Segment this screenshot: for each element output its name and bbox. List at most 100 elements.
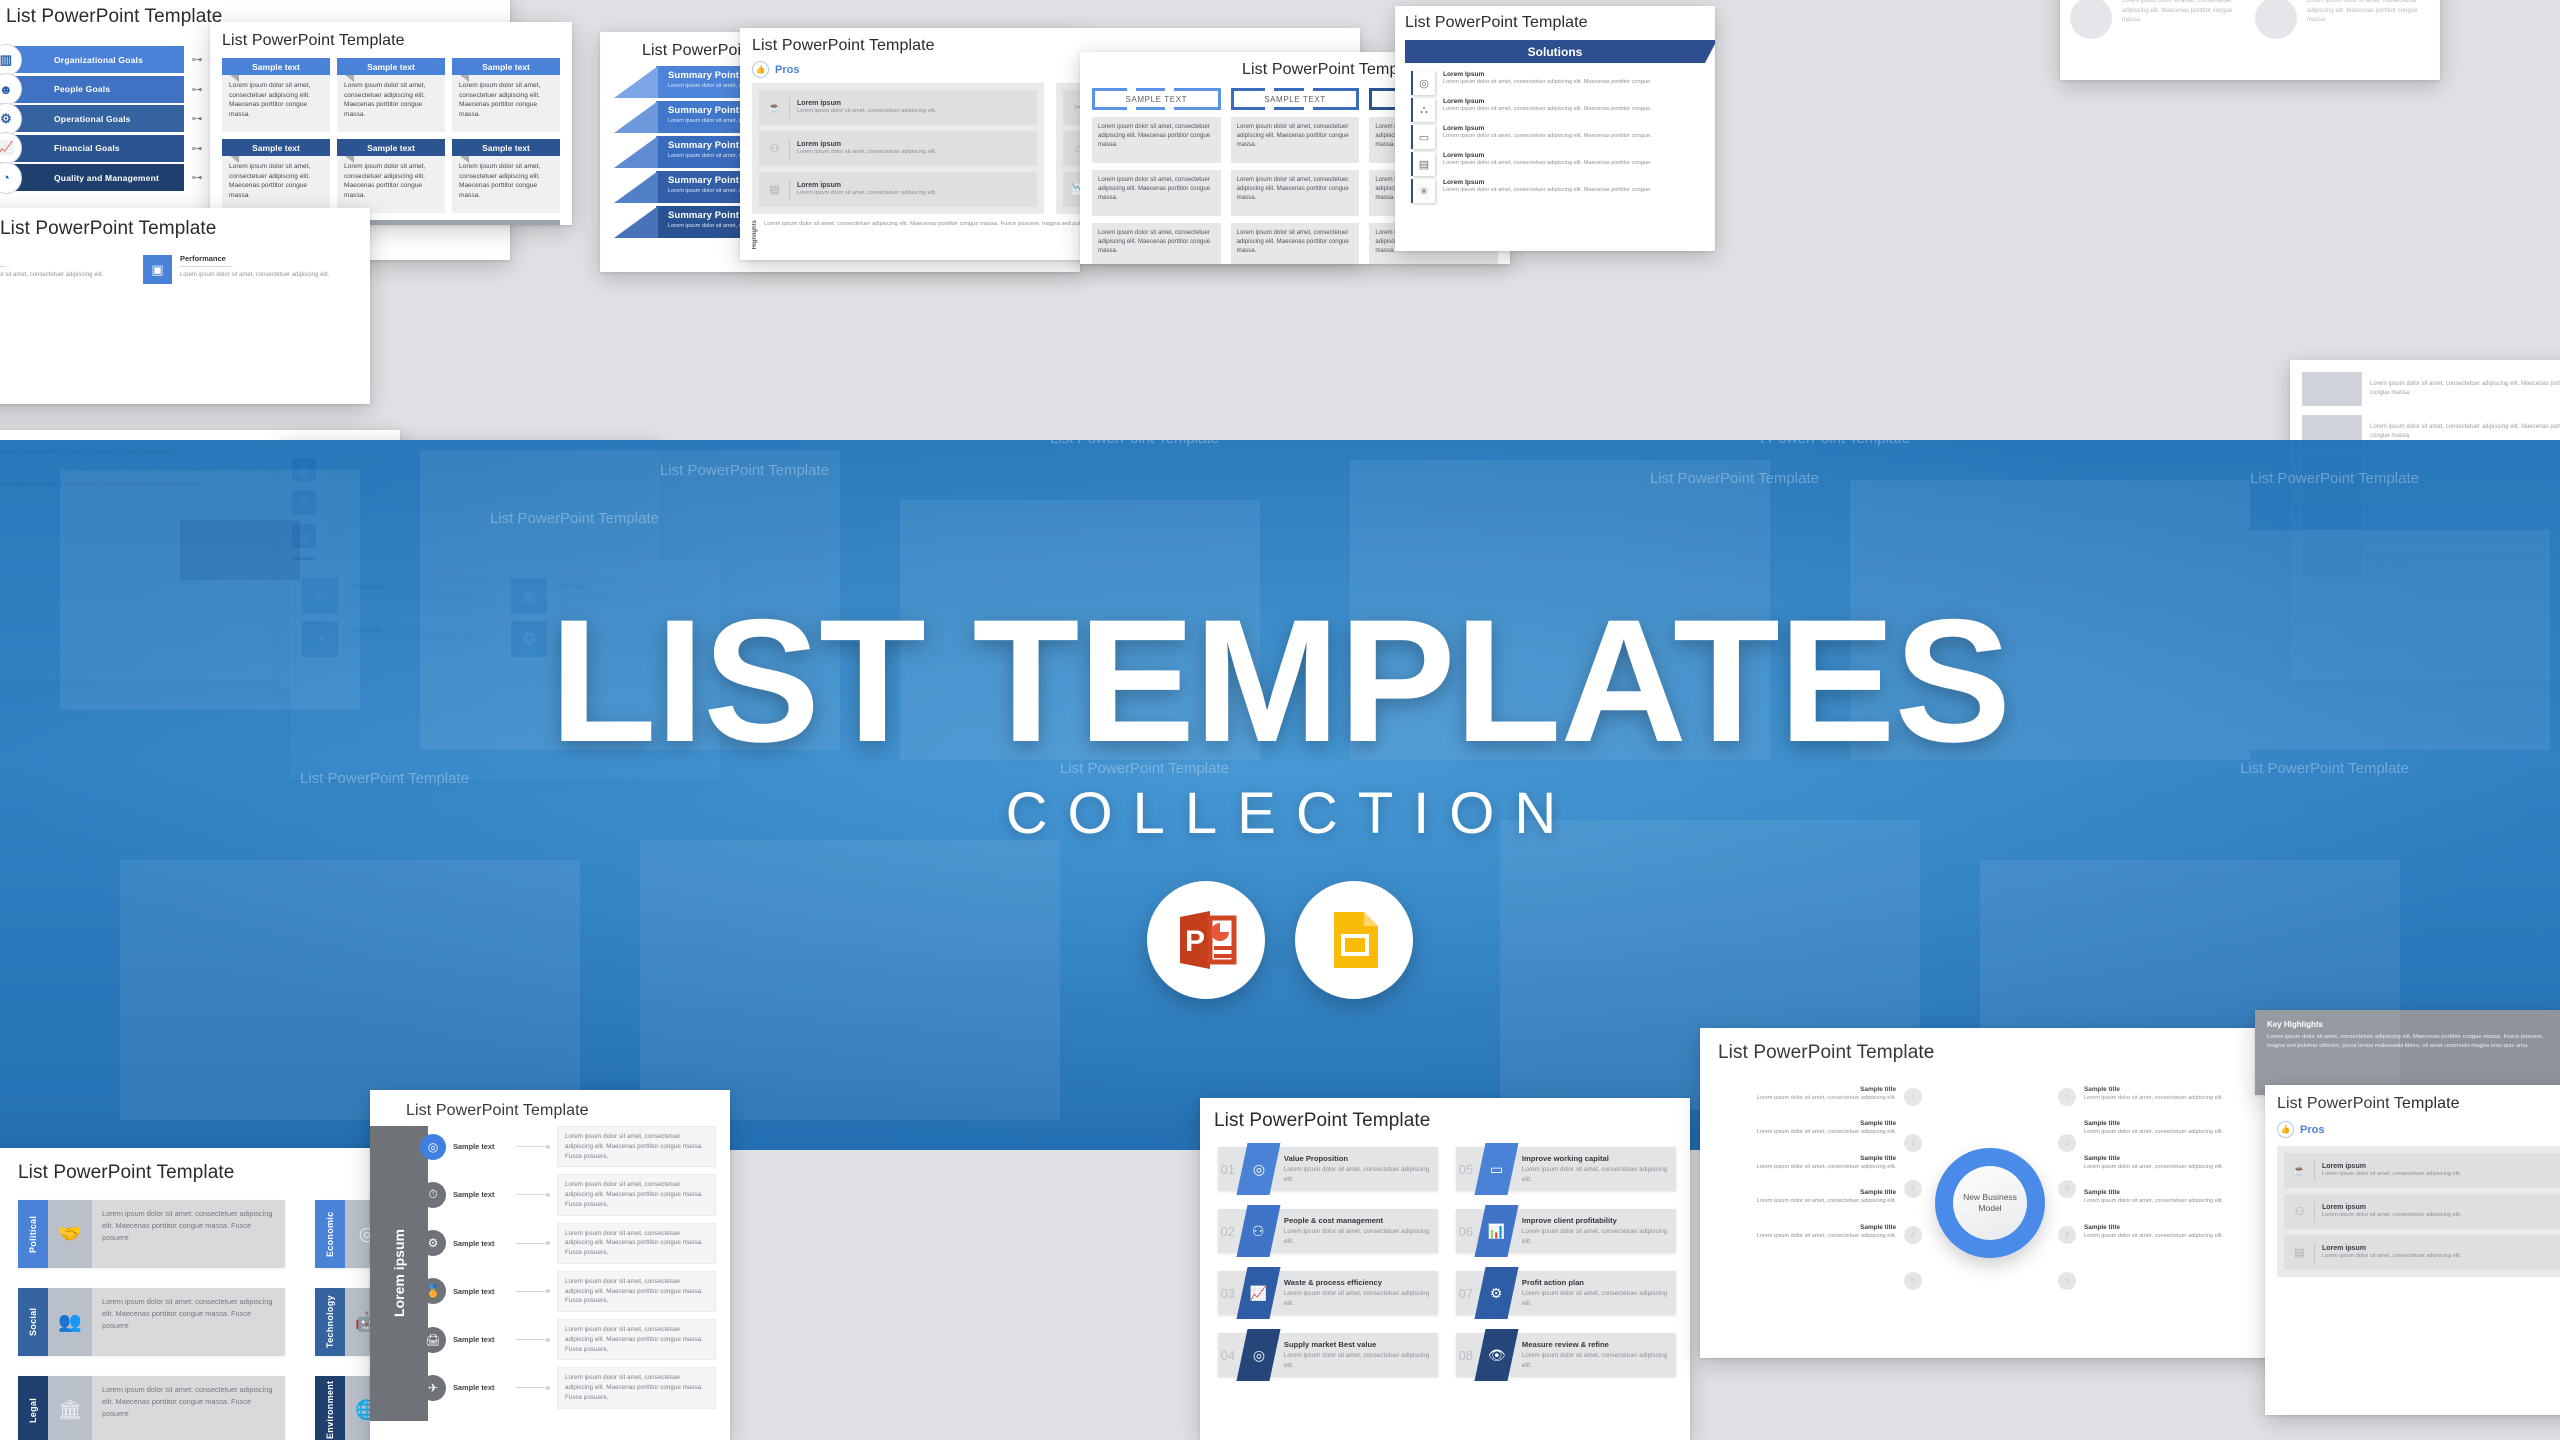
collage-stage: List PowerPoint Template ▥ Organizationa… [0, 0, 2560, 1440]
google-slides-logo[interactable] [1295, 881, 1413, 999]
list-item[interactable]: ✳ Lorem Ipsum Lorem ipsum dolor sit amet… [1411, 179, 1705, 203]
list-item[interactable]: Political 🤝 Lorem ipsum dolor sit amet, … [18, 1200, 285, 1268]
hub-center[interactable]: New Business Model [1935, 1148, 2045, 1258]
row-body: Lorem ipsum dolor sit amet, consectetuer… [557, 1319, 716, 1361]
list-item[interactable]: KPI Lorem ipsum dolor sit amet, consecte… [0, 250, 172, 292]
column-cell: Lorem ipsum dolor sit amet, consectetuer… [1092, 170, 1221, 216]
row-label: Sample text [453, 1286, 495, 1296]
sample-card[interactable]: Sample text Lorem ipsum dolor sit amet, … [222, 139, 330, 213]
list-item[interactable]: Sample title Lorem ipsum dolor sit amet, … [1724, 1155, 1896, 1171]
item-title: Supply market Best value [1283, 1340, 1377, 1350]
sample-card[interactable]: Sample text Lorem ipsum dolor sit amet, … [452, 58, 560, 132]
list-item[interactable]: ▭ Lorem Ipsum Lorem ipsum dolor sit amet… [1411, 125, 1705, 149]
item-title: Lorem ipsum [797, 140, 841, 148]
list-item[interactable]: Sample title Lorem ipsum dolor sit amet, … [1724, 1189, 1896, 1205]
list-item[interactable]: ⚇ Lorem ipsum Lorem ipsum dolor sit amet… [759, 131, 1037, 166]
sample-card[interactable]: Sample text Lorem ipsum dolor sit amet, … [337, 58, 445, 132]
arrow-icon: ⊶ [191, 83, 203, 96]
row-label: Sample text [453, 1335, 495, 1345]
column[interactable]: SAMPLE TEXT Lorem ipsum dolor sit amet, … [1092, 87, 1221, 264]
list-item[interactable]: 08 👁 Measure review & refine Lorem ipsum… [1452, 1329, 1676, 1381]
list-item[interactable]: Lorem ipsum dolor sit amet, consectetuer… [2302, 372, 2560, 406]
list-item[interactable]: ✈ Sample text Lorem ipsum dolor sit amet… [420, 1367, 716, 1409]
list-item[interactable]: ◎ Lorem Ipsum Lorem ipsum dolor sit amet… [1411, 71, 1705, 95]
list-item[interactable]: ⚇ Lorem ipsum Lorem ipsum dolor sit amet… [2284, 1194, 2560, 1229]
solutions-list: ◎ Lorem Ipsum Lorem ipsum dolor sit amet… [1405, 71, 1705, 203]
bar-chart-icon: ▥ [0, 43, 22, 76]
sample-card[interactable]: Sample text Lorem ipsum dolor sit amet, … [452, 139, 560, 213]
list-item[interactable]: ☕ Lorem ipsum Lorem ipsum dolor sit amet… [2284, 1153, 2560, 1188]
list-item[interactable]: Sample title Lorem ipsum dolor sit amet, … [1724, 1224, 1896, 1240]
item-body: Lorem ipsum dolor sit amet, consectetuer… [1521, 1352, 1668, 1369]
list-item[interactable]: Social 👥 Lorem ipsum dolor sit amet, con… [18, 1288, 285, 1356]
list-item[interactable]: 06 📊 Improve client profitability Lorem … [1452, 1205, 1676, 1257]
slide-sample-text-grid[interactable]: List PowerPoint Template Sample text Lor… [210, 22, 572, 225]
list-item[interactable]: 07 ⚙ Profit action plan Lorem ipsum dolo… [1452, 1267, 1676, 1319]
head-gear-icon: ⚇ [1251, 1222, 1265, 1239]
sample-card[interactable]: Sample text Lorem ipsum dolor sit amet, … [222, 58, 330, 132]
slide-top-far-right[interactable]: List PowerPoint Template Lorem ipsum dol… [2060, 0, 2440, 80]
sample-card-body: Lorem ipsum dolor sit amet, consectetuer… [452, 156, 560, 213]
list-item[interactable]: 04 ◎ Supply market Best value Lorem ipsu… [1214, 1329, 1438, 1381]
item-number: 08 [1458, 1347, 1473, 1363]
list-item[interactable]: Sample title Lorem ipsum dolor sit amet, … [2084, 1189, 2256, 1205]
list-item[interactable]: ⏱ Sample text Lorem ipsum dolor sit amet… [420, 1174, 716, 1216]
column-cell: Lorem ipsum dolor sit amet, consectetuer… [1092, 223, 1221, 264]
item-title: Profit action plan [1521, 1278, 1584, 1288]
wallet-icon: ▭ [1411, 125, 1435, 149]
row-label: Sample text [453, 1190, 495, 1200]
list-item[interactable]: 05 ▭ Improve working capital Lorem ipsum… [1452, 1143, 1676, 1195]
slide-kpi-performance[interactable]: List PowerPoint Template KPI Lorem ipsum… [0, 208, 370, 404]
sample-card[interactable]: Sample text Lorem ipsum dolor sit amet, … [337, 139, 445, 213]
item-body: Lorem ipsum dolor sit amet, consectetuer… [1756, 1163, 1896, 1170]
list-item[interactable]: ▤ Lorem Ipsum Lorem ipsum dolor sit amet… [1411, 152, 1705, 176]
node: 5 [2058, 1272, 2076, 1290]
list-item[interactable]: 03 📈 Waste & process efficiency Lorem ip… [1214, 1267, 1438, 1319]
sample-grid: Sample text Lorem ipsum dolor sit amet, … [222, 58, 560, 213]
pros-column: ☕ Lorem ipsum Lorem ipsum dolor sit amet… [752, 83, 1044, 214]
thumbs-up-icon: 👍 [752, 61, 769, 78]
arrow-icon: ⊶ [191, 113, 203, 125]
list-item[interactable]: ☕ Lorem ipsum Lorem ipsum dolor sit amet… [759, 90, 1037, 125]
column-cell: Lorem ipsum dolor sit amet, consectetuer… [1230, 223, 1360, 264]
hero-subtitle: COLLECTION [1005, 781, 1577, 846]
slide-solutions[interactable]: List PowerPoint Template Solutions ◎ Lor… [1395, 6, 1715, 251]
item-body: Lorem ipsum dolor sit amet, consectetuer… [1521, 1290, 1668, 1307]
item-body: Lorem ipsum dolor sit amet, consectetuer… [1283, 1228, 1430, 1245]
list-item[interactable]: 🖨 Sample text Lorem ipsum dolor sit amet… [420, 1319, 716, 1361]
item-number: 03 [1220, 1285, 1235, 1301]
pros-label: Pros [775, 63, 800, 76]
list-item[interactable]: ⛬ Lorem Ipsum Lorem ipsum dolor sit amet… [1411, 98, 1705, 122]
list-item[interactable]: ▤ Lorem ipsum Lorem ipsum dolor sit amet… [2284, 1235, 2560, 1270]
list-item[interactable]: 01 ◎ Value Proposition Lorem ipsum dolor… [1214, 1143, 1438, 1195]
list-item[interactable]: Performance Lorem ipsum dolor sit amet, … [178, 250, 356, 292]
avatar [2255, 0, 2297, 39]
list-item[interactable]: 🏅 Sample text Lorem ipsum dolor sit amet… [420, 1270, 716, 1312]
item-title: Lorem ipsum [2322, 1244, 2366, 1252]
item-body: Lorem ipsum dolor sit amet, consectetuer… [1443, 106, 1652, 112]
row-label: Sample text [453, 1238, 495, 1248]
list-item[interactable]: ▤ Lorem ipsum Lorem ipsum dolor sit amet… [759, 172, 1037, 207]
item-title: Sample title [1860, 1189, 1896, 1197]
column[interactable]: SAMPLE TEXT Lorem ipsum dolor sit amet, … [1230, 87, 1360, 264]
stopwatch-icon: ⏱ [420, 1181, 446, 1208]
paper-plane-icon: ✈ [420, 1374, 446, 1401]
list-item[interactable]: Sample title Lorem ipsum dolor sit amet, … [2084, 1155, 2256, 1171]
item-body: Lorem ipsum dolor sit amet, consectetuer… [1443, 160, 1652, 166]
item-body: Lorem ipsum dolor sit amet, consectetuer… [2370, 424, 2560, 439]
list-item[interactable]: ⚙ Sample text Lorem ipsum dolor sit amet… [420, 1222, 716, 1264]
sample-card-header: Sample text [222, 139, 330, 163]
item-title: Measure review & refine [1521, 1340, 1609, 1350]
sample-card-header: Sample text [222, 58, 330, 82]
list-item[interactable]: Sample title Lorem ipsum dolor sit amet, … [2084, 1224, 2256, 1240]
item-body: Lorem ipsum dolor sit amet, consectetuer… [1283, 1166, 1430, 1183]
item-title: Improve working capital [1521, 1154, 1609, 1164]
sample-card-header: Sample text [337, 58, 445, 82]
column-cell: Lorem ipsum dolor sit amet, consectetuer… [1230, 170, 1360, 216]
list-item[interactable]: Legal 🏛 Lorem ipsum dolor sit amet, cons… [18, 1376, 285, 1440]
powerpoint-logo[interactable]: P [1147, 881, 1265, 999]
stack-icon: ▤ [2294, 1247, 2305, 1259]
line-chart-icon: 📈 [1249, 1284, 1267, 1301]
item-body: Lorem ipsum dolor sit amet, consectetuer… [2307, 0, 2418, 24]
list-item[interactable]: 02 ⚇ People & cost management Lorem ipsu… [1214, 1205, 1438, 1257]
